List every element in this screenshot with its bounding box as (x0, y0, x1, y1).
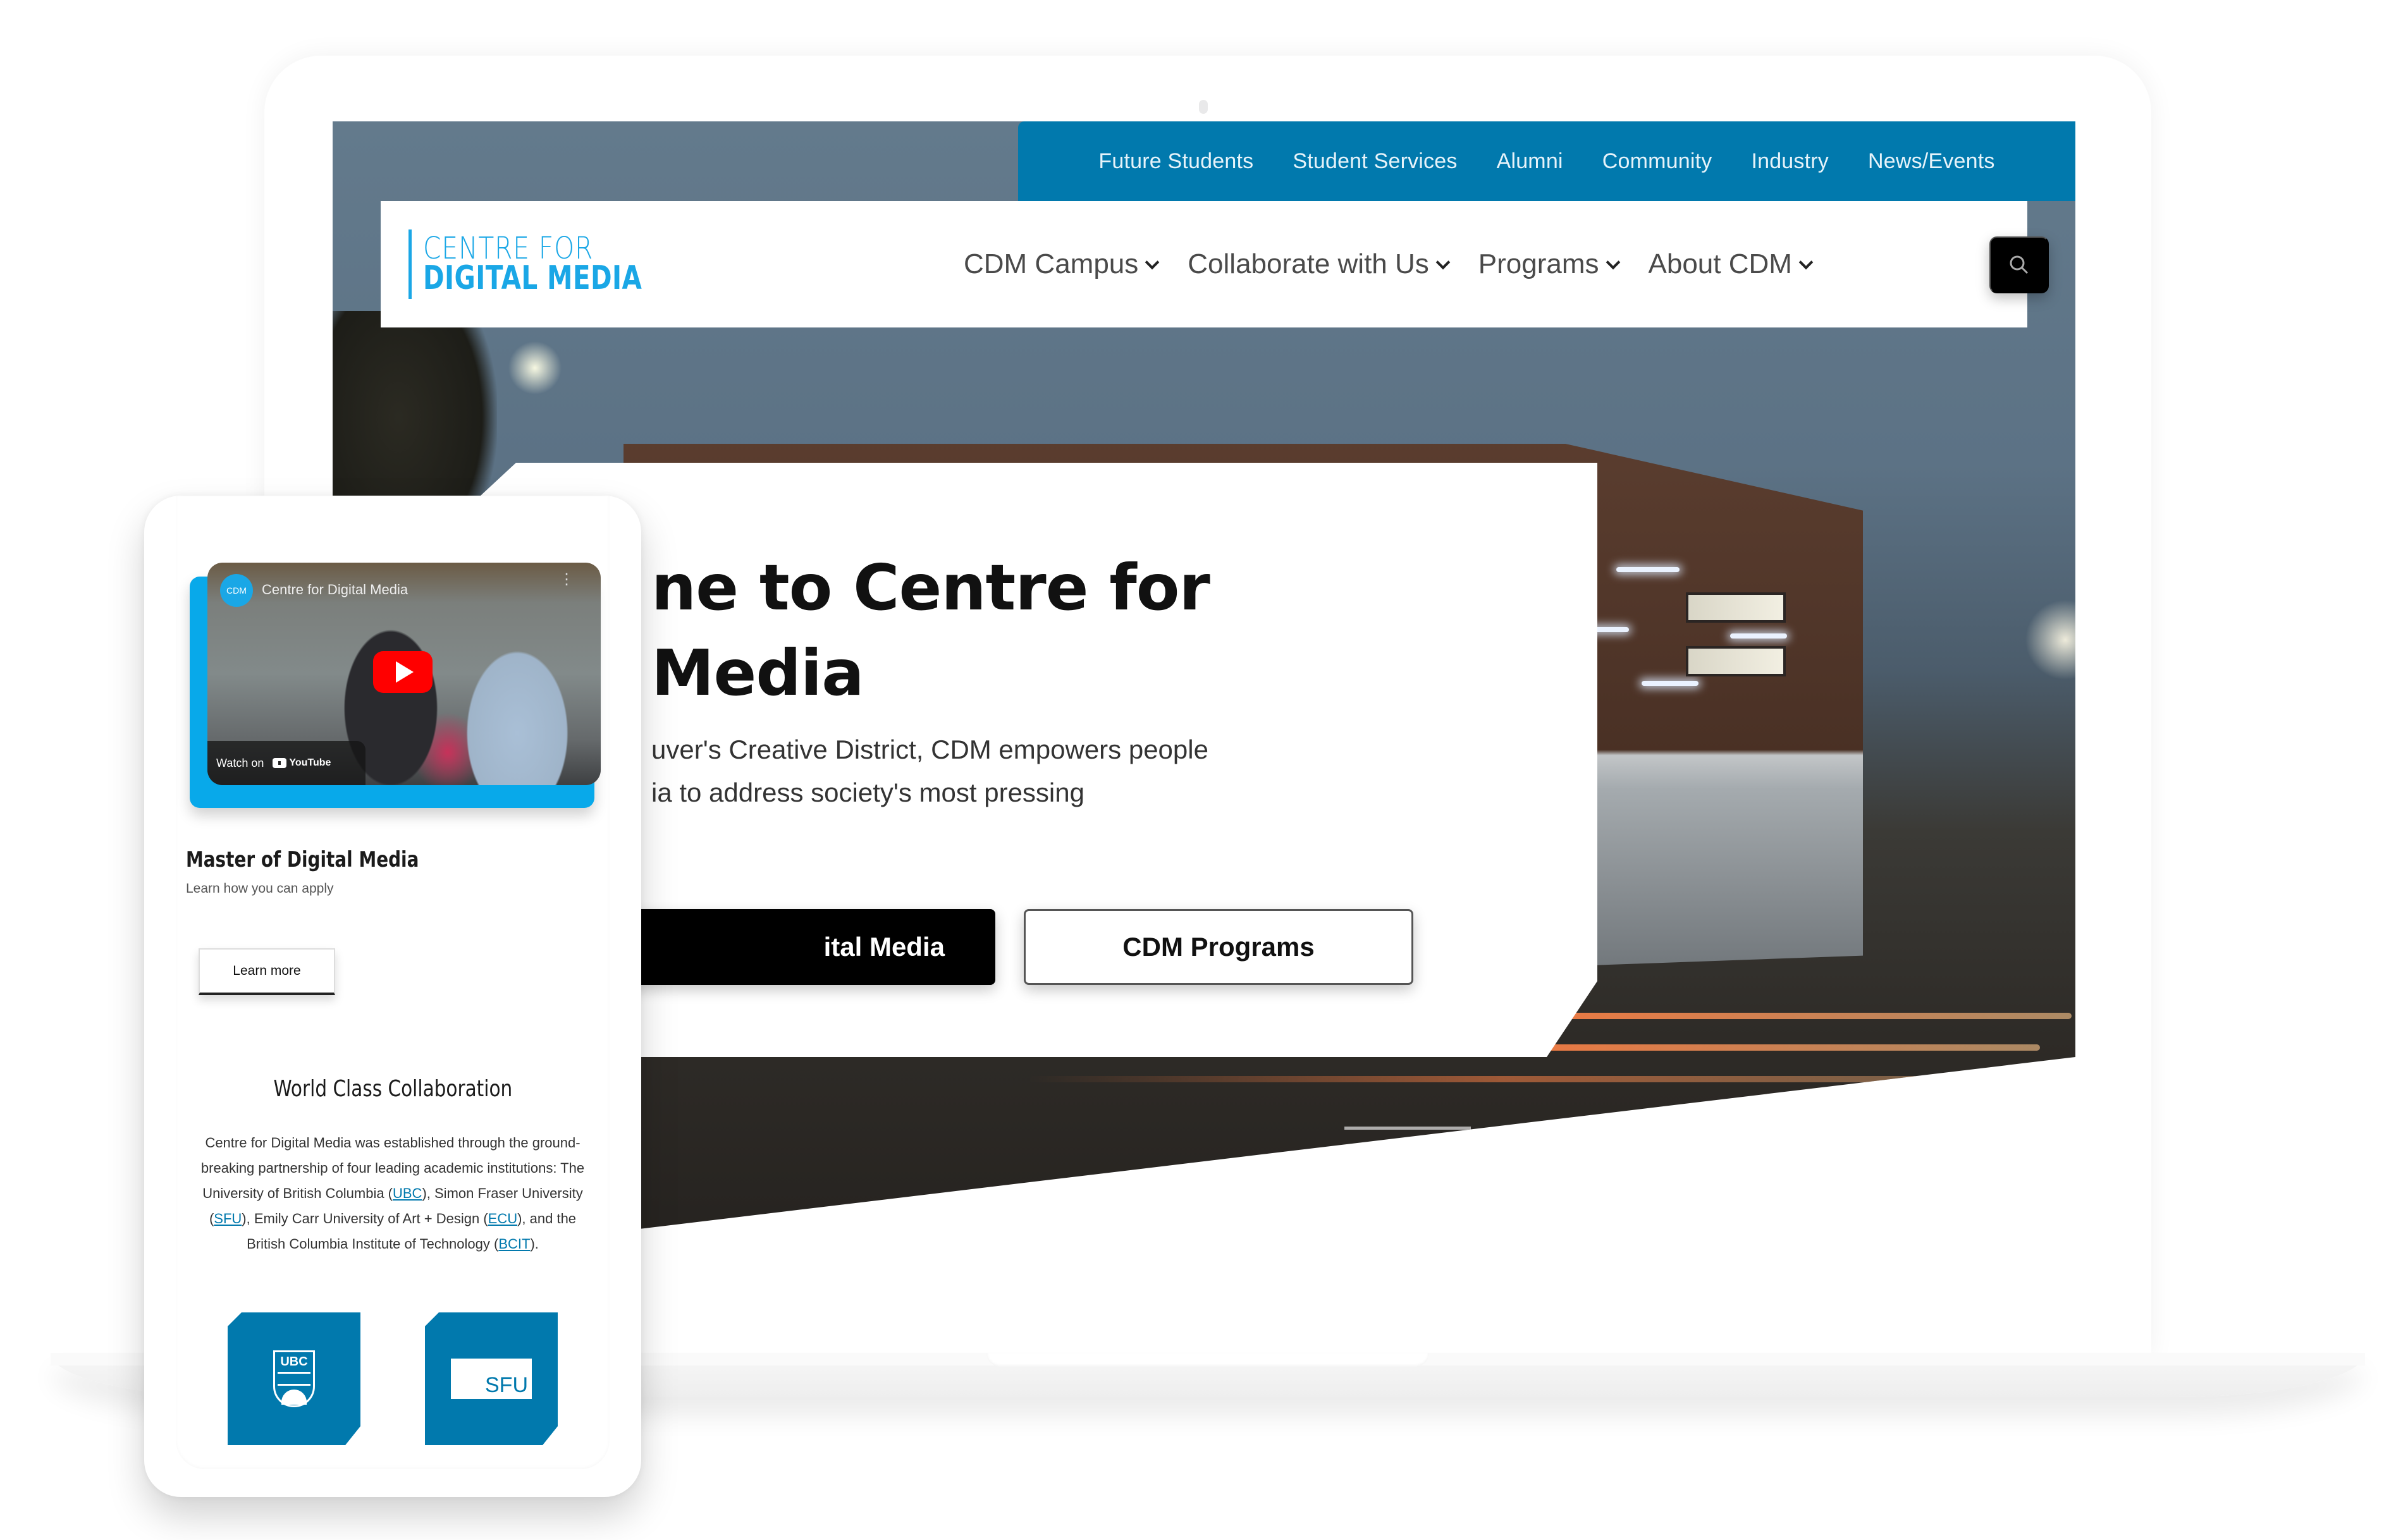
program-subtitle: Learn how you can apply (186, 881, 334, 896)
hero-title-line-2: Media (651, 636, 864, 710)
nav-label: Collaborate with Us (1188, 248, 1429, 279)
laptop-notch (986, 1353, 1429, 1367)
facade-light (1616, 567, 1680, 572)
facade-window (1686, 592, 1786, 623)
utility-nav-news-events[interactable]: News/Events (1868, 149, 1995, 174)
main-nav: CDM Campus Collaborate with Us Programs … (964, 201, 1814, 327)
youtube-video-embed[interactable]: CDM Centre for Digital Media ⋮ Watch on … (207, 563, 601, 785)
nav-label: CDM Campus (964, 248, 1139, 279)
more-options-icon[interactable]: ⋮ (559, 572, 574, 587)
body-text: ). (530, 1236, 539, 1252)
facade-window (1686, 646, 1786, 676)
nav-collaborate-with-us[interactable]: Collaborate with Us (1188, 248, 1451, 280)
play-button[interactable] (373, 651, 433, 693)
crest-waves (278, 1372, 310, 1386)
utility-nav-student-services[interactable]: Student Services (1293, 149, 1457, 174)
play-icon (396, 661, 414, 683)
partner-logo-ubc[interactable]: UBC (228, 1312, 360, 1445)
laptop-camera (1199, 100, 1208, 114)
utility-nav-industry[interactable]: Industry (1751, 149, 1829, 174)
youtube-icon (273, 758, 287, 768)
channel-avatar[interactable]: CDM (220, 574, 253, 607)
learn-more-button[interactable]: Learn more (199, 948, 335, 995)
main-header: CENTRE FOR DIGITAL MEDIA CDM Campus Coll… (381, 201, 2049, 327)
ubc-crest-icon: UBC (273, 1350, 315, 1407)
chevron-down-icon (1606, 255, 1620, 270)
body-text: ), Emily Carr University of Art + Design… (242, 1211, 488, 1226)
sfu-label: SFU (485, 1373, 528, 1397)
hero-title: ne to Centre for Media (651, 545, 1473, 716)
ubc-label: UBC (280, 1355, 308, 1369)
search-button[interactable] (1989, 236, 2049, 293)
cdm-programs-button[interactable]: CDM Programs (1024, 909, 1413, 985)
watch-on-youtube-link[interactable]: Watch on YouTube (207, 741, 366, 785)
road-marking (1724, 1108, 1850, 1111)
nav-programs[interactable]: Programs (1478, 248, 1620, 280)
collaboration-body: Centre for Digital Media was established… (199, 1130, 587, 1257)
utility-nav-community[interactable]: Community (1602, 149, 1712, 174)
collaboration-title-text: World Class Collaboration (273, 1076, 512, 1102)
nav-label: Programs (1478, 248, 1599, 279)
logo-line-2: DIGITAL MEDIA (423, 259, 642, 298)
link-sfu[interactable]: SFU (214, 1211, 242, 1226)
road-marking (1344, 1127, 1471, 1130)
digital-media-button[interactable]: ital Media (598, 909, 995, 985)
youtube-logo: YouTube (273, 757, 331, 769)
link-bcit[interactable]: BCIT (498, 1236, 530, 1252)
facade-light (1642, 681, 1698, 686)
facade-light (1730, 633, 1787, 639)
video-title[interactable]: Centre for Digital Media (262, 582, 408, 598)
hero-description-line-2: ia to address society's most pressing (651, 778, 1084, 807)
nav-cdm-campus[interactable]: CDM Campus (964, 248, 1160, 280)
program-title: Master of Digital Media (186, 847, 419, 872)
link-ecu[interactable]: ECU (488, 1211, 517, 1226)
youtube-wordmark: YouTube (289, 757, 331, 768)
crest-sun (281, 1390, 307, 1405)
light-trail (1028, 1076, 1977, 1082)
utility-nav-alumni[interactable]: Alumni (1497, 149, 1563, 174)
sfu-logo-icon: SFU (451, 1359, 532, 1399)
nav-label: About CDM (1648, 248, 1792, 279)
nav-about-cdm[interactable]: About CDM (1648, 248, 1814, 280)
hero-description-line-1: uver's Creative District, CDM empowers p… (651, 735, 1208, 764)
utility-nav-future-students[interactable]: Future Students (1098, 149, 1253, 174)
cdm-logo[interactable]: CENTRE FOR DIGITAL MEDIA (408, 229, 704, 299)
chevron-down-icon (1145, 255, 1160, 270)
link-ubc[interactable]: UBC (393, 1185, 422, 1201)
chevron-down-icon (1798, 255, 1814, 270)
hero-description: uver's Creative District, CDM empowers p… (651, 728, 1410, 814)
utility-nav: Future Students Student Services Alumni … (1018, 121, 2075, 201)
hero-title-line-1: ne to Centre for (651, 551, 1210, 625)
chevron-down-icon (1435, 255, 1451, 270)
search-icon (2010, 255, 2029, 274)
collaboration-title: World Class Collaboration (144, 1076, 641, 1102)
watch-on-label: Watch on (216, 756, 264, 769)
phone-frame: CDM Centre for Digital Media ⋮ Watch on … (144, 496, 641, 1497)
partner-logo-sfu[interactable]: SFU (425, 1312, 558, 1445)
